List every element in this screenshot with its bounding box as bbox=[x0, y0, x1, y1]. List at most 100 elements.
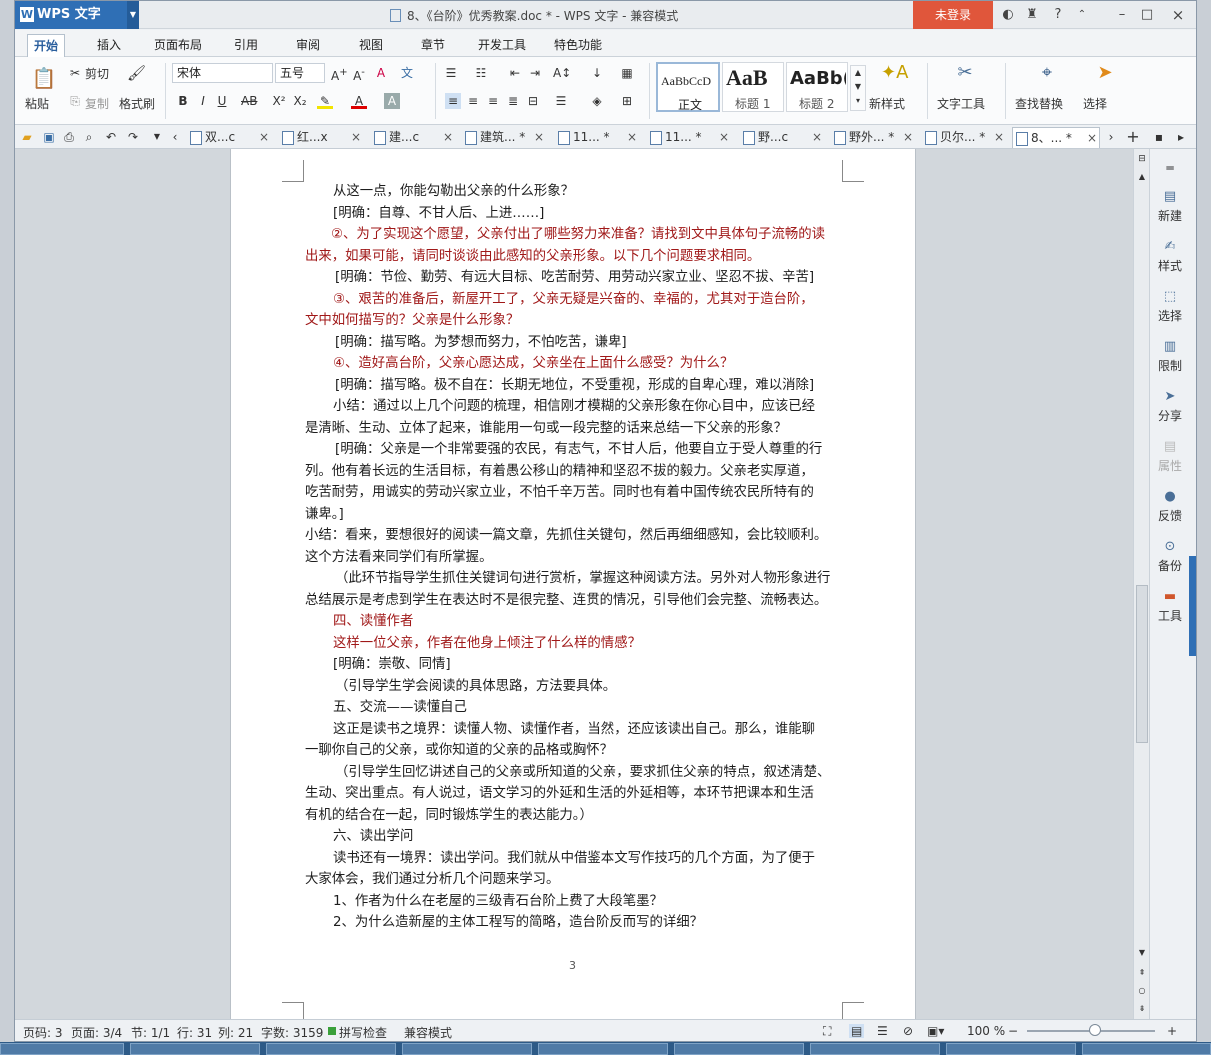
close-tab-icon[interactable]: × bbox=[443, 127, 453, 147]
document-page[interactable]: 从这一点，你能勾勒出父亲的什么形象？ [明确：自尊、不甘人后、上进……] ②、为了实… bbox=[230, 149, 916, 1024]
decrease-indent-icon[interactable]: ⇤ bbox=[507, 65, 523, 81]
tabs-right-icon[interactable]: › bbox=[1103, 129, 1119, 145]
undo-icon[interactable]: ↶ bbox=[103, 129, 119, 145]
justify-icon[interactable]: ≣ bbox=[505, 93, 521, 109]
outline-view-icon[interactable]: ☰ bbox=[877, 1024, 888, 1038]
web-view-icon[interactable]: ⊘ bbox=[903, 1024, 913, 1038]
close-tab-icon[interactable]: × bbox=[627, 127, 637, 147]
style-heading-2[interactable]: AaBb( 标题 2 bbox=[786, 62, 848, 112]
highlight-icon[interactable]: ✎ bbox=[317, 93, 333, 109]
minimize-icon[interactable]: – bbox=[1112, 5, 1132, 25]
tab-list-icon[interactable]: ▪ bbox=[1151, 129, 1167, 145]
zoom-out-icon[interactable]: − bbox=[1008, 1024, 1018, 1038]
taskbar-item[interactable] bbox=[946, 1043, 1076, 1055]
taskbar-item[interactable] bbox=[1082, 1043, 1211, 1055]
menu-home[interactable]: 开始 bbox=[27, 34, 66, 57]
doc-tab[interactable]: 红...x × bbox=[279, 127, 363, 148]
close-tab-icon[interactable]: × bbox=[259, 127, 269, 147]
app-menu-button[interactable]: W WPS 文字 bbox=[15, 1, 127, 29]
doc-tab[interactable]: 野...c × bbox=[740, 127, 824, 148]
menu-references[interactable]: 引用 bbox=[228, 34, 264, 57]
read-view-icon[interactable]: ▣▾ bbox=[927, 1024, 944, 1038]
menu-chapter[interactable]: 章节 bbox=[415, 34, 451, 57]
doc-tab[interactable]: 双...c × bbox=[187, 127, 271, 148]
save-icon[interactable]: ▣ bbox=[41, 129, 57, 145]
style-heading-1[interactable]: AaB 标题 1 bbox=[722, 62, 784, 112]
doc-tab[interactable]: 建...c × bbox=[371, 127, 455, 148]
print-preview-icon[interactable]: ⌕ bbox=[81, 129, 97, 145]
align-right-icon[interactable]: ≡ bbox=[485, 93, 501, 109]
doc-tab-active[interactable]: 8、... * × bbox=[1012, 127, 1100, 148]
taskbar-item[interactable] bbox=[538, 1043, 668, 1055]
copy-button[interactable]: 复制 bbox=[85, 95, 109, 112]
menu-features[interactable]: 特色功能 bbox=[548, 34, 608, 57]
pinyin-icon[interactable]: 文 bbox=[399, 65, 415, 81]
zoom-level[interactable]: 100 % bbox=[967, 1024, 1005, 1038]
line-spacing-icon[interactable]: ☰ bbox=[553, 93, 569, 109]
distribute-icon[interactable]: ⊟ bbox=[525, 93, 541, 109]
vertical-scrollbar[interactable]: ⊟ ▲ ▼ ⇞ ○ ⇟ bbox=[1133, 149, 1149, 1019]
char-shading-icon[interactable]: A bbox=[384, 93, 400, 109]
print-icon[interactable]: ⎙ bbox=[61, 129, 77, 145]
text-direction-icon[interactable]: A↕ bbox=[553, 65, 571, 81]
sort-icon[interactable]: ↓ bbox=[589, 65, 605, 81]
table-icon[interactable]: ▦ bbox=[619, 65, 635, 81]
taskbar-item[interactable] bbox=[130, 1043, 260, 1055]
close-tab-icon[interactable]: × bbox=[812, 127, 822, 147]
taskbar-item[interactable] bbox=[810, 1043, 940, 1055]
status-spell-check[interactable]: 拼写检查 bbox=[339, 1024, 387, 1041]
underline-icon[interactable]: U bbox=[214, 93, 230, 109]
close-tab-icon[interactable]: × bbox=[719, 127, 729, 147]
shading-bucket-icon[interactable]: ◈ bbox=[589, 93, 605, 109]
strikethrough-icon[interactable]: AB bbox=[241, 93, 257, 109]
taskbar-item[interactable] bbox=[674, 1043, 804, 1055]
shirt-icon[interactable]: ♜ bbox=[1022, 5, 1042, 25]
redo-icon[interactable]: ↷ bbox=[125, 129, 141, 145]
panel-backup[interactable]: ⊙ 备份 bbox=[1150, 539, 1190, 574]
close-tab-icon[interactable]: × bbox=[534, 127, 544, 147]
style-normal[interactable]: AaBbCcD 正文 bbox=[656, 62, 720, 112]
panel-restrict[interactable]: ▥ 限制 bbox=[1150, 339, 1190, 374]
scroll-split-icon[interactable]: ⊟ bbox=[1137, 153, 1147, 165]
app-menu-dropdown-icon[interactable]: ▼ bbox=[127, 1, 139, 29]
new-tab-icon[interactable]: + bbox=[1125, 129, 1141, 145]
menu-developer[interactable]: 开发工具 bbox=[472, 34, 532, 57]
panel-tools[interactable]: ▬ 工具 bbox=[1150, 589, 1190, 624]
find-replace-button[interactable]: 查找替换 bbox=[1015, 95, 1063, 112]
close-icon[interactable]: × bbox=[1168, 5, 1188, 25]
close-tab-icon[interactable]: × bbox=[994, 127, 1004, 147]
align-left-icon[interactable]: ≡ bbox=[445, 93, 461, 109]
font-size-select[interactable]: 五号 bbox=[275, 63, 325, 83]
login-button[interactable]: 未登录 bbox=[913, 1, 993, 29]
panel-style[interactable]: ✍ 样式 bbox=[1150, 239, 1190, 274]
superscript-icon[interactable]: X² bbox=[271, 93, 287, 109]
menu-review[interactable]: 审阅 bbox=[290, 34, 326, 57]
open-folder-icon[interactable]: ▰ bbox=[19, 129, 35, 145]
new-style-button[interactable]: 新样式 bbox=[869, 95, 905, 112]
panel-feedback[interactable]: ● 反馈 bbox=[1150, 489, 1190, 524]
maximize-icon[interactable]: □ bbox=[1137, 5, 1157, 25]
text-tools-button[interactable]: 文字工具 bbox=[937, 95, 985, 112]
status-word-count[interactable]: 字数: 3159 bbox=[261, 1024, 323, 1041]
close-tab-icon[interactable]: × bbox=[903, 127, 913, 147]
scroll-thumb[interactable] bbox=[1136, 585, 1148, 743]
collapse-ribbon-icon[interactable]: ⌃ bbox=[1072, 5, 1092, 25]
styles-scroll-icon[interactable]: ▲ ▼ ▾ bbox=[850, 65, 866, 111]
panel-select[interactable]: ⬚ 选择 bbox=[1150, 289, 1190, 324]
grow-font-icon[interactable]: A+ bbox=[331, 65, 348, 83]
bullets-icon[interactable]: ☰ bbox=[443, 65, 459, 81]
italic-icon[interactable]: I bbox=[195, 93, 211, 109]
borders-icon[interactable]: ⊞ bbox=[619, 93, 635, 109]
font-color-icon[interactable]: A bbox=[351, 93, 367, 109]
doc-tab[interactable]: 野外... * × bbox=[831, 127, 915, 148]
numbering-icon[interactable]: ☷ bbox=[473, 65, 489, 81]
bold-icon[interactable]: B bbox=[175, 93, 191, 109]
skin-icon[interactable]: ◐ bbox=[998, 5, 1018, 25]
format-painter-button[interactable]: 格式刷 bbox=[119, 95, 155, 112]
panel-new[interactable]: ▤ 新建 bbox=[1150, 189, 1190, 224]
subscript-icon[interactable]: X₂ bbox=[292, 93, 308, 109]
panel-share[interactable]: ➤ 分享 bbox=[1150, 389, 1190, 424]
paste-icon[interactable]: 📋 bbox=[31, 65, 57, 91]
doc-tab[interactable]: 贝尔... * × bbox=[922, 127, 1006, 148]
page-view-icon[interactable]: ▤ bbox=[849, 1024, 865, 1038]
